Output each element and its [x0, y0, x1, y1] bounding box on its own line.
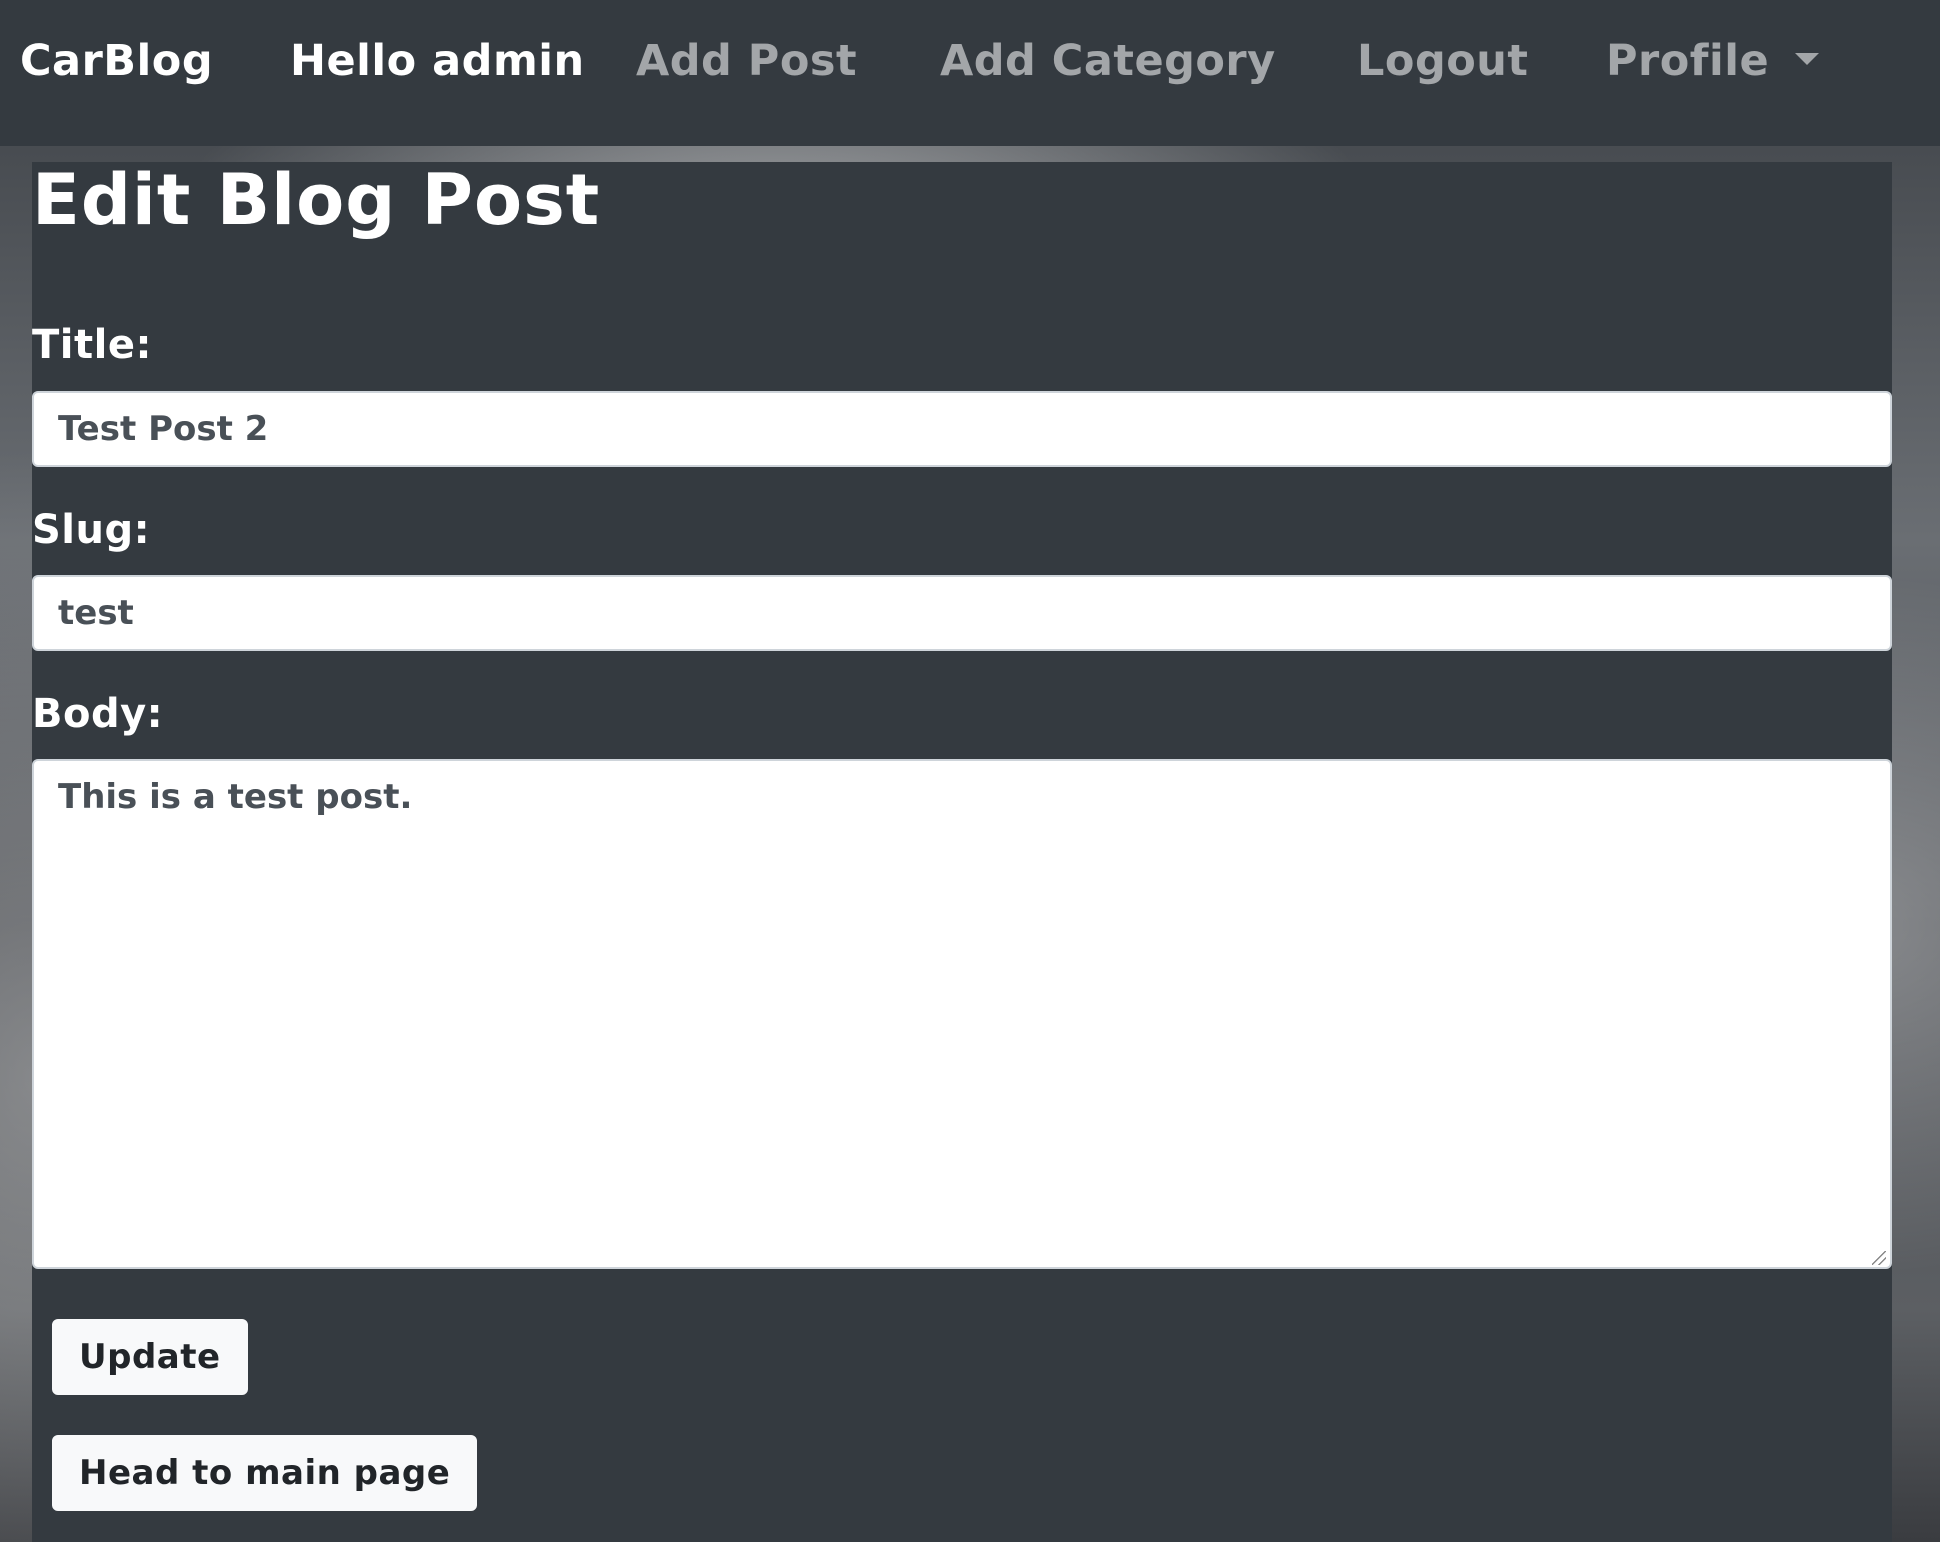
page-title: Edit Blog Post	[32, 159, 601, 241]
title-input[interactable]	[32, 391, 1892, 467]
body-textarea[interactable]: This is a test post.	[32, 759, 1892, 1269]
edit-post-panel: Edit Blog Post Title: Slug: Body: This i…	[32, 162, 1892, 1542]
slug-input[interactable]	[32, 575, 1892, 651]
body-label: Body:	[32, 691, 164, 737]
title-label: Title:	[32, 322, 152, 368]
greeting-text: Hello admin	[290, 36, 585, 86]
nav-profile-label: Profile	[1606, 36, 1770, 86]
update-button[interactable]: Update	[52, 1319, 248, 1395]
resize-handle-icon[interactable]	[1872, 1251, 1886, 1265]
nav-profile-dropdown[interactable]: Profile	[1606, 36, 1820, 86]
nav-add-post-link[interactable]: Add Post	[636, 36, 857, 86]
slug-label: Slug:	[32, 507, 151, 553]
nav-logout-link[interactable]: Logout	[1357, 36, 1528, 86]
top-navbar: CarBlog Hello admin Add Post Add Categor…	[0, 0, 1940, 146]
brand-link[interactable]: CarBlog	[20, 36, 213, 86]
main-page-button[interactable]: Head to main page	[52, 1435, 478, 1511]
nav-add-category-link[interactable]: Add Category	[940, 36, 1276, 86]
chevron-down-icon	[1795, 53, 1820, 65]
